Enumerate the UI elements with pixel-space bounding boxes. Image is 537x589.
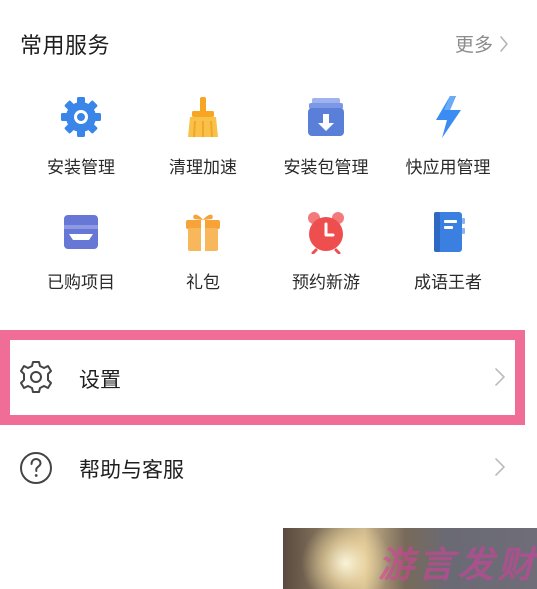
service-label: 清理加速: [169, 158, 237, 178]
gift-icon: [186, 214, 220, 251]
chevron-right-icon: [500, 35, 508, 52]
service-label: 快应用管理: [405, 158, 491, 178]
question-circle-icon: [20, 452, 52, 484]
section-title: 常用服务: [20, 34, 111, 59]
gear-icon: [61, 97, 101, 137]
settings-label: 设置: [79, 368, 121, 392]
service-install-manager[interactable]: 安装管理: [16, 95, 146, 195]
service-gift[interactable]: 礼包: [138, 210, 268, 310]
services-header: 常用服务 更多: [0, 18, 537, 74]
service-label: 礼包: [186, 273, 220, 293]
service-label: 已购项目: [47, 273, 115, 293]
alarm-clock-icon: [308, 212, 344, 254]
book-icon: [434, 212, 465, 252]
service-label: 预约新游: [292, 273, 360, 293]
broom-icon: [188, 97, 218, 138]
gear-outline-icon: [20, 361, 52, 393]
chevron-right-icon: [495, 368, 505, 386]
service-quickapp-manager[interactable]: 快应用管理: [383, 95, 513, 195]
watermark-text: 游言发财: [378, 545, 537, 586]
chevron-right-icon: [495, 458, 505, 476]
settings-row[interactable]: 设置: [0, 330, 525, 425]
service-idiom-king[interactable]: 成语王者: [383, 210, 513, 310]
package-download-icon: [308, 98, 344, 136]
service-package-manager[interactable]: 安装包管理: [261, 95, 391, 195]
service-label: 成语王者: [414, 273, 482, 293]
service-label: 安装包管理: [283, 158, 369, 178]
services-grid: 安装管理 清理加速 安装包管理 快应用管理 已购项目 礼包 预约新游 成语王者: [0, 95, 537, 305]
service-clean-speedup[interactable]: 清理加速: [138, 95, 268, 195]
wallet-icon: [64, 215, 98, 249]
more-link[interactable]: 更多: [455, 30, 509, 57]
more-label: 更多: [454, 34, 493, 56]
service-purchased-items[interactable]: 已购项目: [16, 210, 146, 310]
service-reserve-new-games[interactable]: 预约新游: [261, 210, 391, 310]
help-row[interactable]: 帮助与客服: [0, 425, 537, 515]
service-label: 安装管理: [47, 158, 115, 178]
watermark: 游言发财: [283, 528, 537, 589]
help-label: 帮助与客服: [79, 458, 184, 482]
lightning-icon: [436, 96, 461, 138]
